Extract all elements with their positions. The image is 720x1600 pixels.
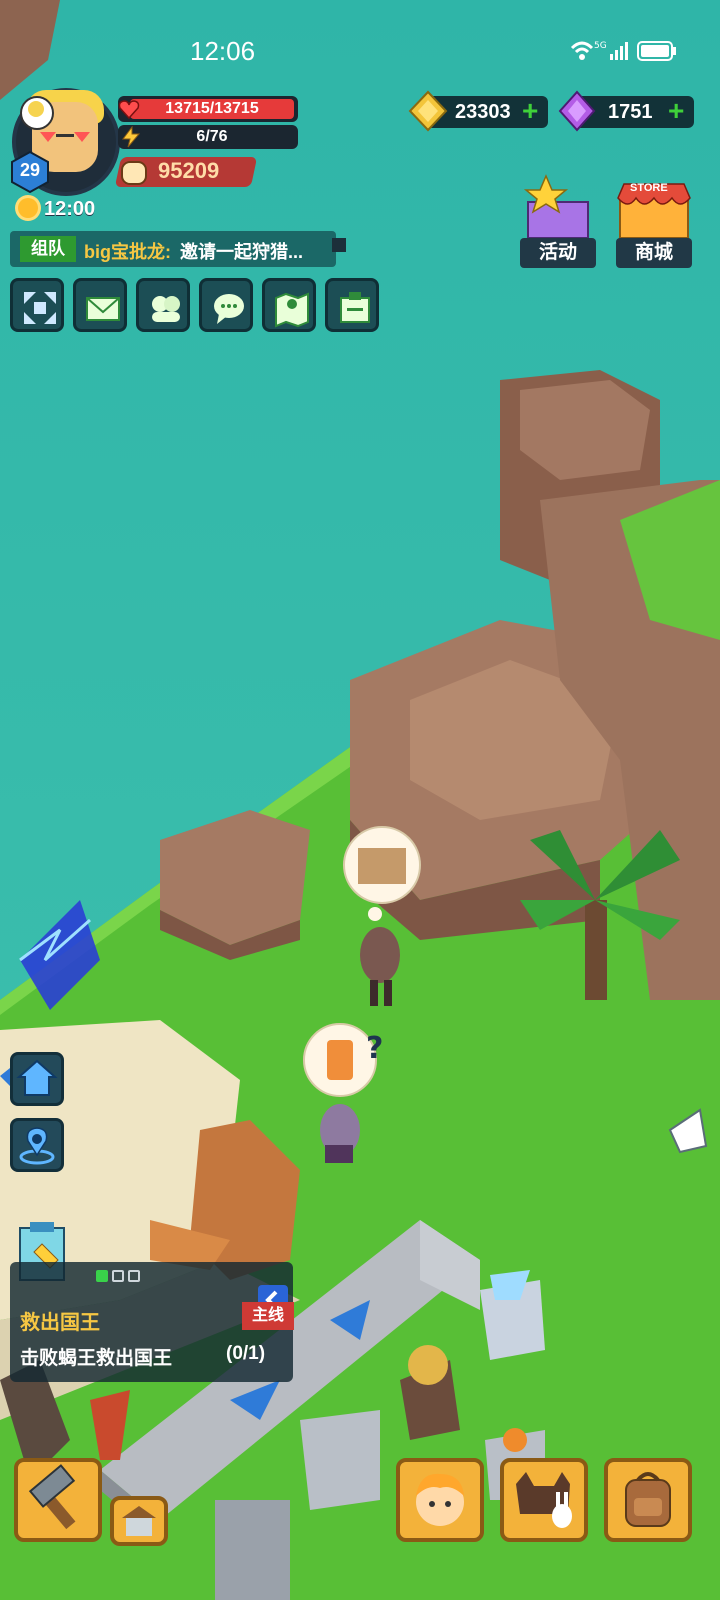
svg-text:?: ? bbox=[366, 1031, 383, 1066]
pets-button[interactable] bbox=[500, 1458, 588, 1542]
emote-face-icon bbox=[28, 101, 44, 117]
map-icon bbox=[275, 292, 309, 328]
backpack-icon bbox=[625, 1472, 671, 1527]
fullscreen-icon bbox=[24, 292, 56, 324]
purple-gem-icon bbox=[558, 90, 596, 132]
quest-type-badge: 主线 bbox=[242, 1302, 294, 1330]
backpack-button[interactable] bbox=[604, 1458, 692, 1542]
quest-board-button[interactable] bbox=[325, 278, 379, 332]
chat-icon bbox=[214, 294, 244, 324]
location-pin-icon bbox=[19, 1127, 55, 1165]
activity-button[interactable] bbox=[518, 174, 598, 244]
sun-icon bbox=[18, 198, 38, 218]
status-icons: 5G bbox=[570, 41, 676, 61]
wifi-icon bbox=[570, 41, 594, 60]
hp-value: 13715/13715 bbox=[165, 100, 259, 117]
chat-sender: big宝批龙: bbox=[84, 242, 171, 262]
signal-icon bbox=[610, 42, 628, 60]
gem-amount: 1751 bbox=[608, 101, 653, 123]
treasure-chest-icon bbox=[523, 174, 589, 239]
mail-icon bbox=[86, 297, 120, 321]
hero-portrait-icon bbox=[416, 1473, 464, 1526]
store-sign: STORE bbox=[630, 182, 668, 194]
battery-icon bbox=[637, 41, 676, 61]
quest-title: 救出国王 bbox=[20, 1312, 100, 1334]
add-gold-button[interactable]: + bbox=[522, 95, 538, 127]
hammer-icon bbox=[28, 1464, 76, 1530]
expand-arrow-button[interactable] bbox=[666, 1108, 706, 1152]
player-level: 29 bbox=[19, 160, 41, 180]
location-button[interactable] bbox=[10, 1118, 64, 1172]
energy-value: 6/76 bbox=[196, 128, 228, 145]
home-button[interactable] bbox=[10, 1052, 64, 1106]
building-icon bbox=[122, 1506, 156, 1536]
home-icon bbox=[16, 1059, 58, 1096]
chat-button[interactable] bbox=[199, 278, 253, 332]
friends-icon bbox=[152, 296, 180, 322]
activity-label: 活动 bbox=[520, 238, 596, 268]
pets-icon bbox=[516, 1472, 572, 1528]
gold-amount: 23303 bbox=[455, 101, 511, 123]
status-time: 12:06 bbox=[190, 36, 256, 66]
map-button[interactable] bbox=[262, 278, 316, 332]
quest-board-icon bbox=[340, 292, 370, 323]
chat-channel: 组队 bbox=[20, 236, 76, 262]
fist-icon bbox=[121, 161, 147, 185]
friends-button[interactable] bbox=[136, 278, 190, 332]
fullscreen-button[interactable] bbox=[10, 278, 64, 332]
mail-button[interactable] bbox=[73, 278, 127, 332]
power-value: 95209 bbox=[158, 158, 220, 183]
svg-text:5G: 5G bbox=[594, 41, 607, 51]
chat-expand-button[interactable] bbox=[332, 238, 346, 252]
5g-icon: 5G bbox=[594, 41, 607, 51]
gold-diamond-icon bbox=[408, 90, 448, 132]
store-label: 商城 bbox=[616, 238, 692, 268]
quest-progress: (0/1) bbox=[226, 1343, 266, 1364]
chat-message: 邀请一起狩猎... bbox=[180, 242, 304, 262]
game-clock: 12:00 bbox=[44, 198, 96, 220]
hero-button[interactable] bbox=[396, 1458, 484, 1542]
building-menu-button[interactable] bbox=[110, 1496, 168, 1546]
add-gems-button[interactable]: + bbox=[668, 95, 684, 127]
quest-description: 击败蝎王救出国王 bbox=[20, 1348, 173, 1369]
build-button[interactable] bbox=[14, 1458, 102, 1542]
